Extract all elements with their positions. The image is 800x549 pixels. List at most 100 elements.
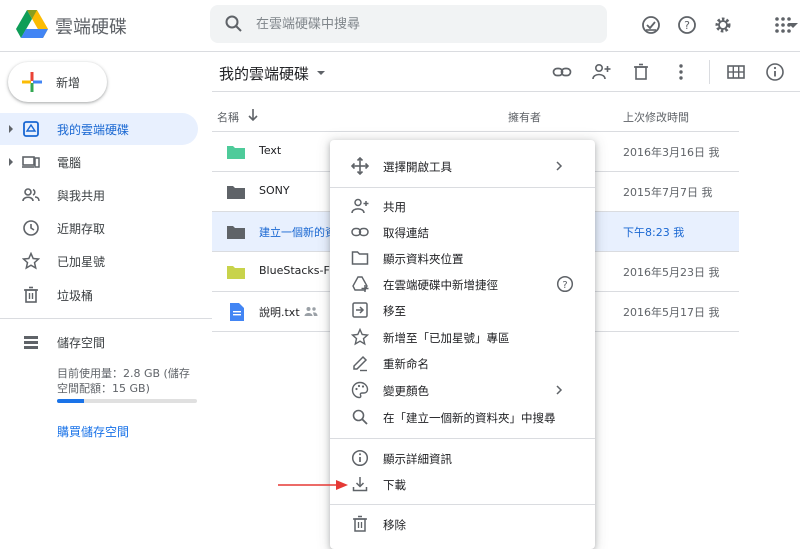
clock-icon	[23, 220, 39, 236]
storage-progress-fill	[57, 399, 84, 403]
menu-item-download[interactable]: 下載	[330, 471, 595, 497]
grid-view-icon[interactable]	[726, 62, 746, 82]
new-button-label: 新增	[56, 76, 81, 90]
file-name: 說明.txt	[259, 306, 300, 319]
menu-item-move-to[interactable]: 移至	[330, 297, 595, 323]
sidebar-item-label: 已加星號	[57, 255, 106, 269]
help-icon[interactable]: ?	[676, 14, 698, 36]
app-name[interactable]: 雲端硬碟	[55, 13, 127, 39]
menu-separator	[330, 504, 595, 505]
menu-item-label: 變更顏色	[383, 384, 429, 398]
sidebar-item-computers[interactable]: 電腦	[0, 146, 198, 178]
submenu-chevron-icon	[556, 161, 563, 171]
menu-item-view-details[interactable]: 顯示詳細資訊	[330, 445, 595, 471]
star-icon	[22, 252, 40, 270]
breadcrumb-dropdown-icon[interactable]	[317, 71, 325, 75]
expand-arrow-icon[interactable]	[9, 158, 13, 166]
download-icon	[352, 477, 368, 492]
file-name: BlueStacks-Fix	[259, 264, 339, 277]
shared-people-icon	[22, 188, 40, 202]
menu-item-label: 取得連結	[383, 226, 429, 240]
trash-icon	[24, 286, 38, 303]
menu-item-change-color[interactable]: 變更顏色	[330, 377, 595, 403]
menu-item-add-shortcut[interactable]: 在雲端硬碟中新增捷徑 ?	[330, 271, 595, 297]
sidebar-item-label: 我的雲端硬碟	[57, 123, 130, 137]
header-divider	[212, 91, 800, 92]
sidebar-item-label: 垃圾桶	[57, 289, 94, 303]
doc-icon	[230, 303, 244, 321]
file-name: 建立一個新的資	[259, 226, 336, 239]
sidebar-item-trash[interactable]: 垃圾桶	[0, 279, 198, 311]
menu-item-label: 顯示詳細資訊	[383, 452, 452, 466]
settings-icon[interactable]	[712, 14, 734, 36]
sidebar-item-storage[interactable]: 儲存空間	[0, 326, 198, 358]
get-link-icon[interactable]	[552, 62, 572, 82]
more-vert-icon[interactable]	[671, 62, 691, 82]
delete-icon[interactable]	[631, 62, 651, 82]
column-header-name[interactable]: 名稱	[217, 109, 239, 125]
sidebar-item-recent[interactable]: 近期存取	[0, 212, 198, 244]
menu-item-label: 選擇開啟工具	[383, 160, 452, 174]
expand-arrow-icon[interactable]	[9, 125, 13, 133]
top-bar: 雲端硬碟 ?	[0, 0, 800, 52]
sidebar-item-starred[interactable]: 已加星號	[0, 245, 198, 277]
toolbar-separator	[709, 60, 710, 84]
apps-grid-icon[interactable]	[772, 14, 794, 36]
context-menu: 選擇開啟工具 共用 取得連結 顯示資料夾位置 在雲端硬碟中新增捷徑 ? 移至 新…	[330, 140, 595, 549]
sidebar-item-label: 電腦	[57, 156, 82, 170]
new-button[interactable]: 新增	[8, 62, 107, 102]
share-person-add-icon	[351, 198, 369, 214]
annotation-arrow-icon	[278, 480, 348, 490]
menu-item-label: 顯示資料夾位置	[383, 252, 464, 266]
share-icon[interactable]	[591, 62, 611, 82]
folder-icon	[227, 226, 245, 239]
link-icon	[351, 227, 369, 237]
file-name: Text	[259, 144, 282, 157]
file-name: SONY	[259, 184, 290, 197]
menu-item-show-folder-location[interactable]: 顯示資料夾位置	[330, 245, 595, 271]
storage-progress-bar	[57, 399, 197, 403]
breadcrumb[interactable]: 我的雲端硬碟	[219, 63, 309, 84]
sidebar-item-shared[interactable]: 與我共用	[0, 179, 198, 211]
submenu-chevron-icon	[556, 385, 563, 395]
menu-item-label: 重新命名	[383, 357, 429, 371]
drive-logo-icon[interactable]	[16, 10, 48, 38]
menu-item-rename[interactable]: 重新命名	[330, 350, 595, 376]
file-modified: 2016年5月23日 我	[623, 266, 720, 279]
shared-people-icon	[304, 307, 318, 316]
menu-item-share[interactable]: 共用	[330, 193, 595, 219]
folder-icon	[227, 146, 245, 159]
sidebar-item-label: 與我共用	[57, 189, 106, 203]
column-header-owner[interactable]: 擁有者	[508, 109, 541, 125]
menu-item-label: 下載	[383, 478, 406, 492]
menu-item-label: 移除	[383, 518, 406, 532]
sort-arrow-down-icon[interactable]	[246, 108, 260, 122]
buy-storage-link[interactable]: 購買儲存空間	[57, 423, 129, 440]
menu-item-get-link[interactable]: 取得連結	[330, 219, 595, 245]
palette-icon	[351, 381, 369, 399]
add-shortcut-icon	[352, 276, 369, 292]
search-input[interactable]	[256, 14, 556, 34]
menu-item-open-with[interactable]: 選擇開啟工具	[330, 153, 595, 179]
star-outline-icon	[351, 328, 369, 346]
help-circle-icon[interactable]: ?	[556, 275, 574, 293]
search-icon[interactable]	[224, 14, 244, 34]
folder-icon	[227, 266, 245, 279]
menu-item-remove[interactable]: 移除	[330, 511, 595, 537]
sidebar-item-my-drive[interactable]: 我的雲端硬碟	[0, 113, 198, 145]
info-outline-icon	[351, 449, 369, 467]
search-in-folder-icon	[352, 409, 368, 425]
menu-item-label: 新增至「已加星號」專區	[383, 331, 510, 345]
menu-separator	[330, 438, 595, 439]
remove-trash-icon	[353, 515, 367, 532]
storage-usage-text: 目前使用量：2.8 GB (儲存空間配額：15 GB)	[57, 367, 190, 395]
info-icon[interactable]	[765, 62, 785, 82]
column-header-modified[interactable]: 上次修改時間	[623, 109, 689, 125]
offline-check-icon[interactable]	[640, 14, 662, 36]
menu-item-add-to-starred[interactable]: 新增至「已加星號」專區	[330, 324, 595, 350]
storage-label: 儲存空間	[57, 336, 106, 350]
file-modified: 2016年3月16日 我	[623, 146, 720, 159]
menu-item-label: 在雲端硬碟中新增捷徑	[383, 278, 498, 292]
search-bar[interactable]	[210, 5, 798, 43]
menu-item-search-in-folder[interactable]: 在「建立一個新的資料夾」中搜尋	[330, 404, 595, 430]
